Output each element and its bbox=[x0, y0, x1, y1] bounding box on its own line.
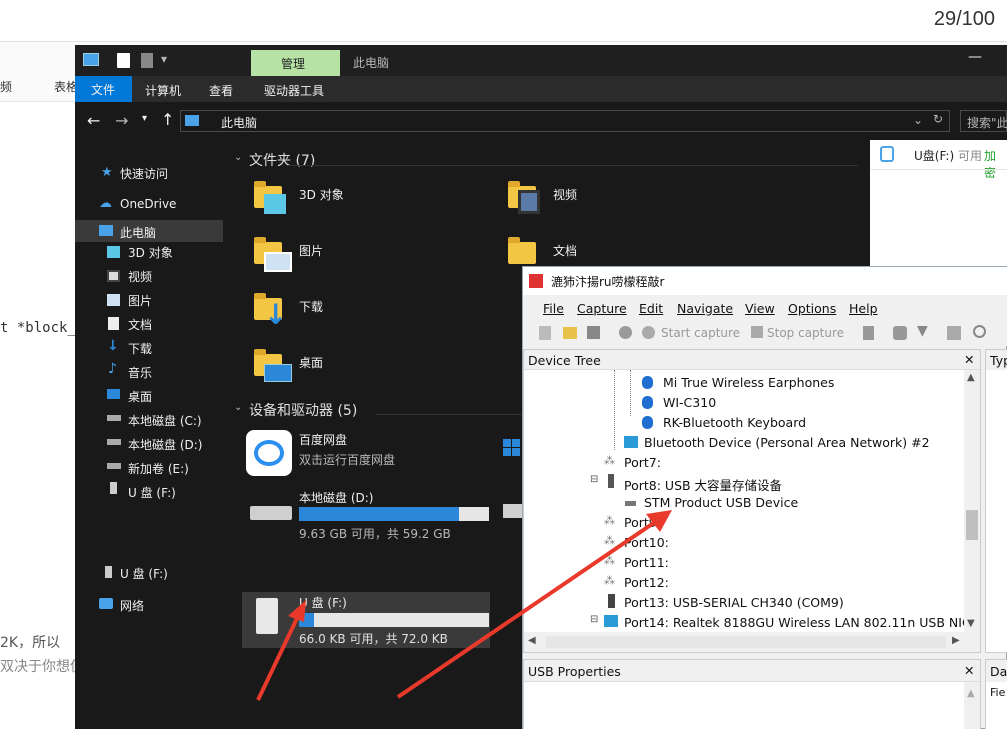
arrow-head-icon bbox=[288, 600, 306, 622]
arrow-head-icon bbox=[646, 510, 672, 532]
annotation-overlay bbox=[256, 510, 672, 701]
red-arrow-device bbox=[396, 518, 660, 699]
red-arrow-drive bbox=[256, 611, 302, 701]
